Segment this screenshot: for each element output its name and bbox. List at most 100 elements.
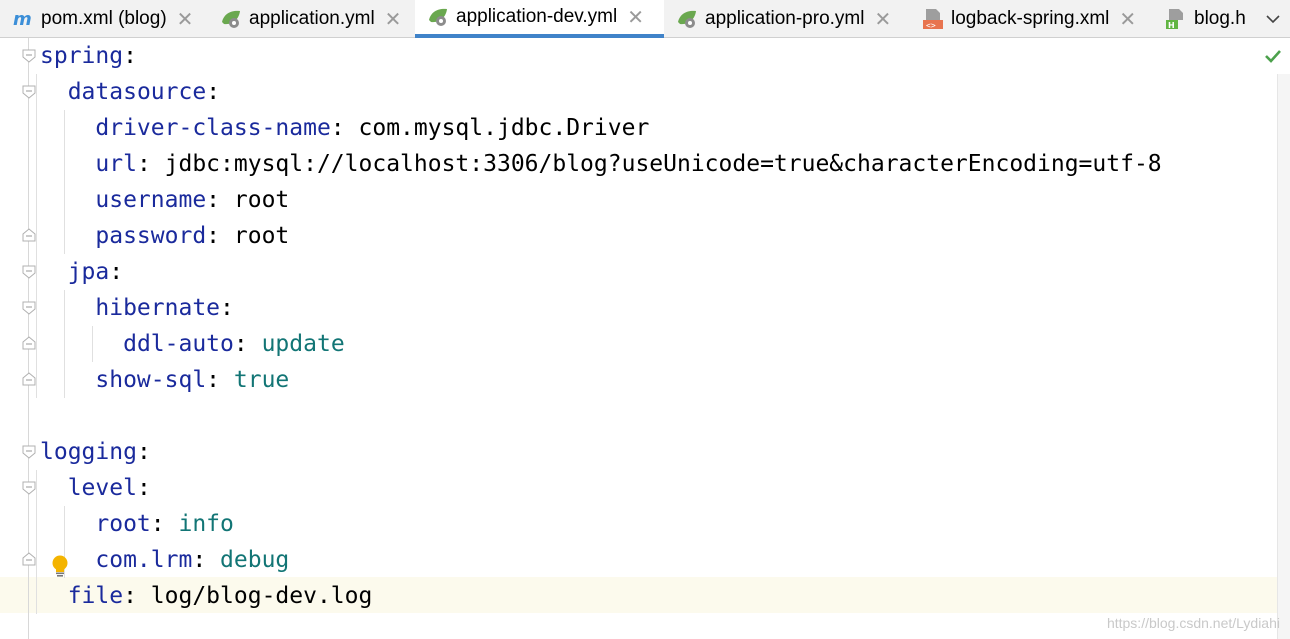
- yaml-colon: :: [136, 475, 151, 501]
- xml-file-icon: <>: [923, 8, 943, 30]
- lightbulb-icon[interactable]: [50, 554, 70, 578]
- svg-text:m: m: [13, 9, 32, 30]
- watermark: https://blog.csdn.net/Lydiahi: [1106, 615, 1280, 631]
- fold-open-icon[interactable]: [22, 481, 36, 495]
- tab-pom-xml[interactable]: m pom.xml (blog) ✕: [12, 0, 215, 37]
- tab-application-yml[interactable]: application.yml ✕: [220, 0, 414, 37]
- yaml-key: show-sql: [95, 367, 207, 393]
- no-problems-check-icon[interactable]: [1263, 46, 1283, 66]
- vertical-scrollbar[interactable]: [1277, 74, 1290, 639]
- yaml-key: file: [67, 583, 124, 609]
- yaml-value: com.mysql.jdbc.Driver: [358, 115, 650, 141]
- fold-open-icon[interactable]: [22, 265, 36, 279]
- code-line[interactable]: root: info: [40, 506, 234, 542]
- svg-text:H: H: [1168, 21, 1175, 30]
- yaml-value: root: [233, 223, 290, 249]
- fold-end-icon[interactable]: [22, 552, 36, 566]
- yaml-colon: :: [150, 511, 179, 537]
- yaml-key: username: [95, 187, 207, 213]
- yaml-value: info: [178, 511, 234, 537]
- code-line[interactable]: url: jdbc:mysql://localhost:3306/blog?us…: [40, 146, 1162, 182]
- yaml-colon: :: [192, 547, 221, 573]
- yaml-colon: :: [123, 43, 137, 69]
- maven-icon: m: [13, 9, 32, 30]
- yaml-key: root: [95, 511, 151, 537]
- fold-end-icon[interactable]: [22, 336, 36, 350]
- yaml-key: ddl-auto: [123, 331, 234, 357]
- fold-open-icon[interactable]: [22, 445, 36, 459]
- yaml-key: level: [67, 475, 137, 501]
- yaml-key: driver-class-name: [95, 115, 331, 141]
- code-line[interactable]: password: root: [40, 218, 289, 254]
- code-line[interactable]: level:: [40, 470, 151, 506]
- code-line[interactable]: jpa:: [40, 254, 123, 290]
- yaml-value: update: [261, 331, 345, 357]
- tab-label: logback-spring.xml: [951, 7, 1110, 29]
- code-line[interactable]: show-sql: true: [40, 362, 289, 398]
- yaml-key: com.lrm: [95, 547, 193, 573]
- svg-text:<>: <>: [926, 21, 936, 30]
- code-line[interactable]: datasource:: [40, 74, 220, 110]
- yaml-key: password: [95, 223, 207, 249]
- yaml-value: true: [233, 367, 290, 393]
- chevron-down-icon: [1266, 14, 1280, 23]
- spring-config-icon: [429, 8, 447, 26]
- indent-guide: [36, 74, 37, 398]
- yaml-value: log/blog-dev.log: [150, 583, 373, 609]
- spring-config-icon: [678, 10, 696, 28]
- yaml-key: spring: [40, 43, 124, 69]
- editor-tab-bar: m pom.xml (blog) ✕ application.yml ✕ app…: [0, 0, 1290, 38]
- yaml-key: logging: [40, 439, 137, 465]
- close-icon[interactable]: ✕: [385, 9, 402, 29]
- tab-label: application.yml: [249, 7, 375, 29]
- fold-end-icon[interactable]: [22, 372, 36, 386]
- yaml-key: hibernate: [95, 295, 221, 321]
- yaml-value: root: [233, 187, 290, 213]
- close-icon[interactable]: ✕: [627, 7, 644, 27]
- yaml-key: url: [95, 151, 137, 177]
- tab-overflow-button[interactable]: [1256, 0, 1290, 37]
- yaml-colon: :: [233, 331, 262, 357]
- code-line[interactable]: ddl-auto: update: [40, 326, 345, 362]
- code-line[interactable]: username: root: [40, 182, 289, 218]
- tab-label: application-dev.yml: [456, 6, 618, 27]
- indent-guide: [36, 470, 37, 614]
- yaml-key: datasource: [67, 79, 207, 105]
- html-file-icon: H: [1166, 8, 1183, 30]
- close-icon[interactable]: ✕: [874, 9, 891, 29]
- code-line[interactable]: hibernate:: [40, 290, 234, 326]
- tab-blog-html[interactable]: H blog.h: [1165, 0, 1257, 37]
- tab-label: application-pro.yml: [705, 7, 865, 29]
- fold-end-icon[interactable]: [22, 228, 36, 242]
- spring-config-icon: [222, 10, 240, 28]
- yaml-colon: :: [123, 583, 151, 609]
- code-line-current[interactable]: file: log/blog-dev.log: [40, 578, 373, 614]
- tab-application-pro-yml[interactable]: application-pro.yml ✕: [676, 0, 914, 37]
- close-icon[interactable]: ✕: [177, 9, 194, 29]
- close-icon[interactable]: ✕: [1119, 9, 1136, 29]
- tab-application-dev-yml[interactable]: application-dev.yml ✕: [415, 0, 664, 38]
- yaml-colon: :: [220, 295, 234, 321]
- tab-label: pom.xml (blog): [41, 7, 167, 29]
- code-line[interactable]: driver-class-name: com.mysql.jdbc.Driver: [40, 110, 649, 146]
- yaml-colon: :: [109, 259, 124, 285]
- code-editor[interactable]: spring: datasource: driver-class-name: c…: [0, 38, 1290, 639]
- yaml-key: jpa: [67, 259, 110, 285]
- yaml-colon: :: [206, 367, 234, 393]
- tab-label: blog.h: [1194, 7, 1246, 29]
- code-line[interactable]: logging:: [40, 434, 151, 470]
- code-line[interactable]: com.lrm: debug: [40, 542, 289, 578]
- fold-open-icon[interactable]: [22, 301, 36, 315]
- yaml-colon: :: [206, 187, 234, 213]
- yaml-value: debug: [220, 547, 290, 573]
- yaml-value: jdbc:mysql://localhost:3306/blog?useUnic…: [164, 151, 1162, 177]
- fold-open-icon[interactable]: [22, 49, 36, 63]
- yaml-colon: :: [136, 439, 151, 465]
- yaml-colon: :: [136, 151, 165, 177]
- tab-logback-spring-xml[interactable]: <> logback-spring.xml ✕: [922, 0, 1157, 37]
- code-line[interactable]: spring:: [40, 38, 137, 74]
- yaml-colon: :: [330, 115, 359, 141]
- fold-open-icon[interactable]: [22, 85, 36, 99]
- yaml-colon: :: [206, 223, 234, 249]
- yaml-colon: :: [206, 79, 221, 105]
